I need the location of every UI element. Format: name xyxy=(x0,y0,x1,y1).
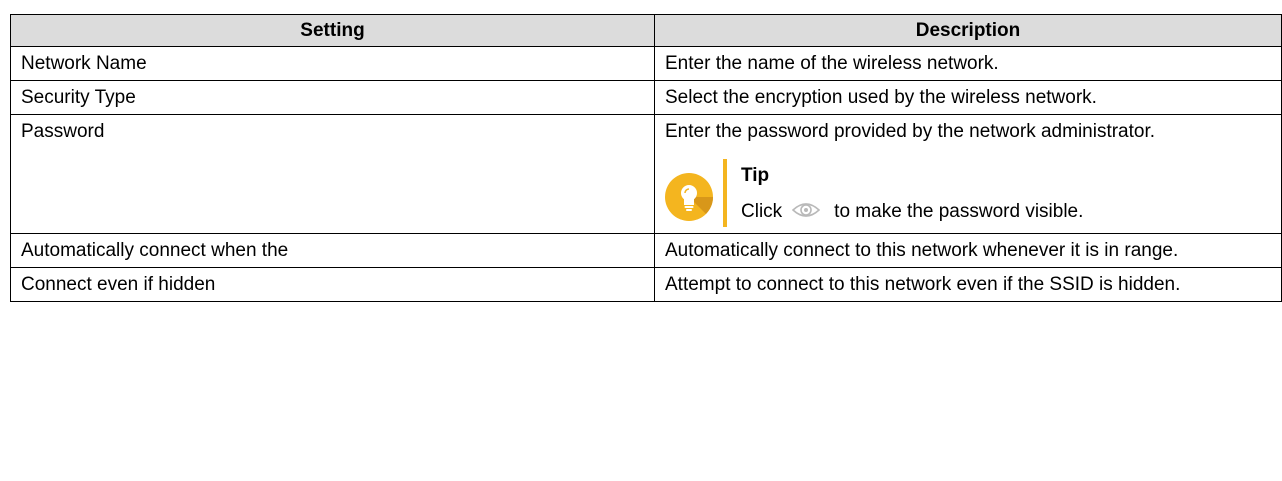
description-cell: Select the encryption used by the wirele… xyxy=(654,80,1282,115)
setting-cell: Security Type xyxy=(10,80,655,115)
description-cell: Enter the name of the wireless network. xyxy=(654,46,1282,81)
tip-text-after: to make the password visible. xyxy=(834,201,1084,222)
table-header-row: Setting Description xyxy=(10,14,1282,47)
description-cell: Automatically connect to this network wh… xyxy=(654,233,1282,268)
setting-cell: Password xyxy=(10,114,655,234)
eye-icon xyxy=(791,201,821,227)
tip-text: Click to make the password visible. xyxy=(741,199,1271,227)
table-row: Connect even if hidden Attempt to connec… xyxy=(10,267,1282,302)
column-header-setting: Setting xyxy=(10,14,655,47)
column-header-description: Description xyxy=(654,14,1282,47)
setting-cell: Network Name xyxy=(10,46,655,81)
table-row: Automatically connect when the Automatic… xyxy=(10,233,1282,268)
table-row: Security Type Select the encryption used… xyxy=(10,80,1282,115)
tip-body: Tip Click to make the password visible. xyxy=(741,159,1271,227)
tip-callout: Tip Click to make the password visible. xyxy=(665,159,1271,227)
lightbulb-icon xyxy=(665,173,713,221)
setting-cell: Connect even if hidden xyxy=(10,267,655,302)
tip-text-before: Click xyxy=(741,201,783,222)
table-row: Network Name Enter the name of the wirel… xyxy=(10,46,1282,81)
setting-cell: Automatically connect when the xyxy=(10,233,655,268)
description-text: Enter the password provided by the netwo… xyxy=(665,121,1156,142)
description-cell: Enter the password provided by the netwo… xyxy=(654,114,1282,234)
settings-table: Setting Description Network Name Enter t… xyxy=(10,14,1282,302)
description-cell: Attempt to connect to this network even … xyxy=(654,267,1282,302)
tip-accent-bar xyxy=(723,159,727,227)
table-row: Password Enter the password provided by … xyxy=(10,114,1282,234)
tip-title: Tip xyxy=(741,165,770,186)
